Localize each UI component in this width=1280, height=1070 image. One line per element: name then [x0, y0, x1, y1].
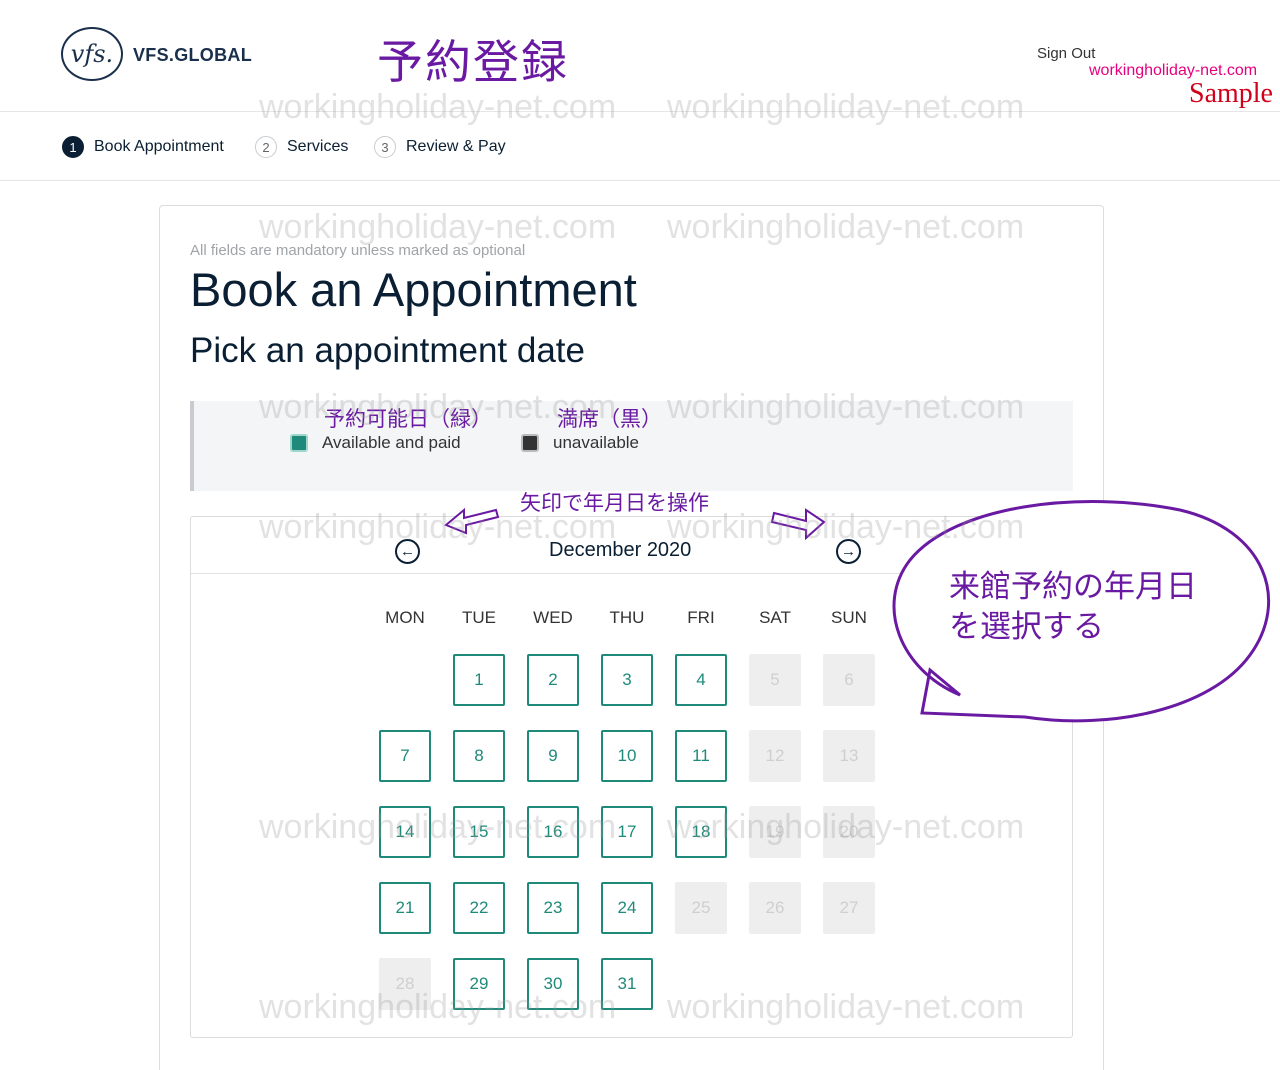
vfs-logo[interactable]: vfs.: [61, 27, 123, 81]
mandatory-note: All fields are mandatory unless marked a…: [190, 242, 526, 259]
day-available-22[interactable]: 22: [453, 882, 505, 934]
jp-page-title-annotation: 予約登録: [377, 35, 569, 89]
next-month-arrow-icon[interactable]: →: [836, 539, 861, 564]
day-unavailable-28: 28: [379, 958, 431, 1010]
day-available-9[interactable]: 9: [527, 730, 579, 782]
day-available-31[interactable]: 31: [601, 958, 653, 1010]
weekday-sat: SAT: [759, 608, 791, 627]
unavailable-swatch-icon: [521, 434, 539, 452]
weekday-thu: THU: [609, 608, 645, 627]
day-unavailable-26: 26: [749, 882, 801, 934]
day-available-21[interactable]: 21: [379, 882, 431, 934]
available-swatch-icon: [290, 434, 308, 452]
day-available-30[interactable]: 30: [527, 958, 579, 1010]
day-available-23[interactable]: 23: [527, 882, 579, 934]
day-available-18[interactable]: 18: [675, 806, 727, 858]
legend-available-label: Available and paid: [322, 433, 461, 452]
weekday-mon: MON: [385, 608, 425, 627]
brand-name: VFS.GLOBAL: [133, 45, 252, 65]
section-title: Pick an appointment date: [190, 331, 585, 370]
day-available-10[interactable]: 10: [601, 730, 653, 782]
day-unavailable-6: 6: [823, 654, 875, 706]
calendar-month-label: December 2020: [549, 539, 692, 561]
step-book-appointment: 1 Book Appointment: [62, 136, 224, 158]
day-available-1[interactable]: 1: [453, 654, 505, 706]
weekday-tue: TUE: [462, 608, 496, 627]
day-available-2[interactable]: 2: [527, 654, 579, 706]
day-available-11[interactable]: 11: [675, 730, 727, 782]
day-available-15[interactable]: 15: [453, 806, 505, 858]
weekday-sun: SUN: [831, 608, 867, 627]
weekday-wed: WED: [533, 608, 573, 627]
page-title: Book an Appointment: [190, 263, 637, 316]
step-label: Review & Pay: [406, 138, 506, 155]
day-available-16[interactable]: 16: [527, 806, 579, 858]
day-available-24[interactable]: 24: [601, 882, 653, 934]
day-available-4[interactable]: 4: [675, 654, 727, 706]
day-unavailable-27: 27: [823, 882, 875, 934]
legend-unavailable: unavailable: [521, 433, 639, 453]
weekday-fri: FRI: [687, 608, 715, 627]
prev-month-arrow-icon[interactable]: ←: [395, 539, 420, 564]
day-unavailable-5: 5: [749, 654, 801, 706]
day-unavailable-13: 13: [823, 730, 875, 782]
step-number: 2: [255, 136, 277, 158]
jp-available-annotation: 予約可能日（緑）: [324, 407, 492, 431]
step-review-pay: 3 Review & Pay: [374, 136, 506, 158]
sign-out-link[interactable]: Sign Out: [1037, 45, 1095, 62]
step-number: 3: [374, 136, 396, 158]
step-label: Book Appointment: [94, 138, 224, 155]
day-available-17[interactable]: 17: [601, 806, 653, 858]
day-unavailable-20: 20: [823, 806, 875, 858]
day-available-3[interactable]: 3: [601, 654, 653, 706]
progress-steps: 1 Book Appointment 2 Services 3 Review &…: [0, 113, 1280, 181]
day-available-29[interactable]: 29: [453, 958, 505, 1010]
site-header: vfs. VFS.GLOBAL 予約登録 Sign Out workinghol…: [0, 0, 1280, 112]
day-unavailable-19: 19: [749, 806, 801, 858]
day-available-8[interactable]: 8: [453, 730, 505, 782]
day-available-14[interactable]: 14: [379, 806, 431, 858]
step-label: Services: [287, 138, 349, 155]
legend-available: Available and paid: [290, 433, 461, 453]
step-number: 1: [62, 136, 84, 158]
jp-unavailable-annotation: 満席（黒）: [557, 407, 662, 431]
speech-bubble-text: 来館予約の年月日 を選択する: [949, 569, 1197, 645]
step-services: 2 Services: [255, 136, 348, 158]
day-unavailable-25: 25: [675, 882, 727, 934]
sample-label: Sample: [1189, 78, 1273, 109]
annotation-arrows-icon: [444, 507, 826, 540]
day-available-7[interactable]: 7: [379, 730, 431, 782]
legend-unavailable-label: unavailable: [553, 433, 640, 452]
day-unavailable-12: 12: [749, 730, 801, 782]
